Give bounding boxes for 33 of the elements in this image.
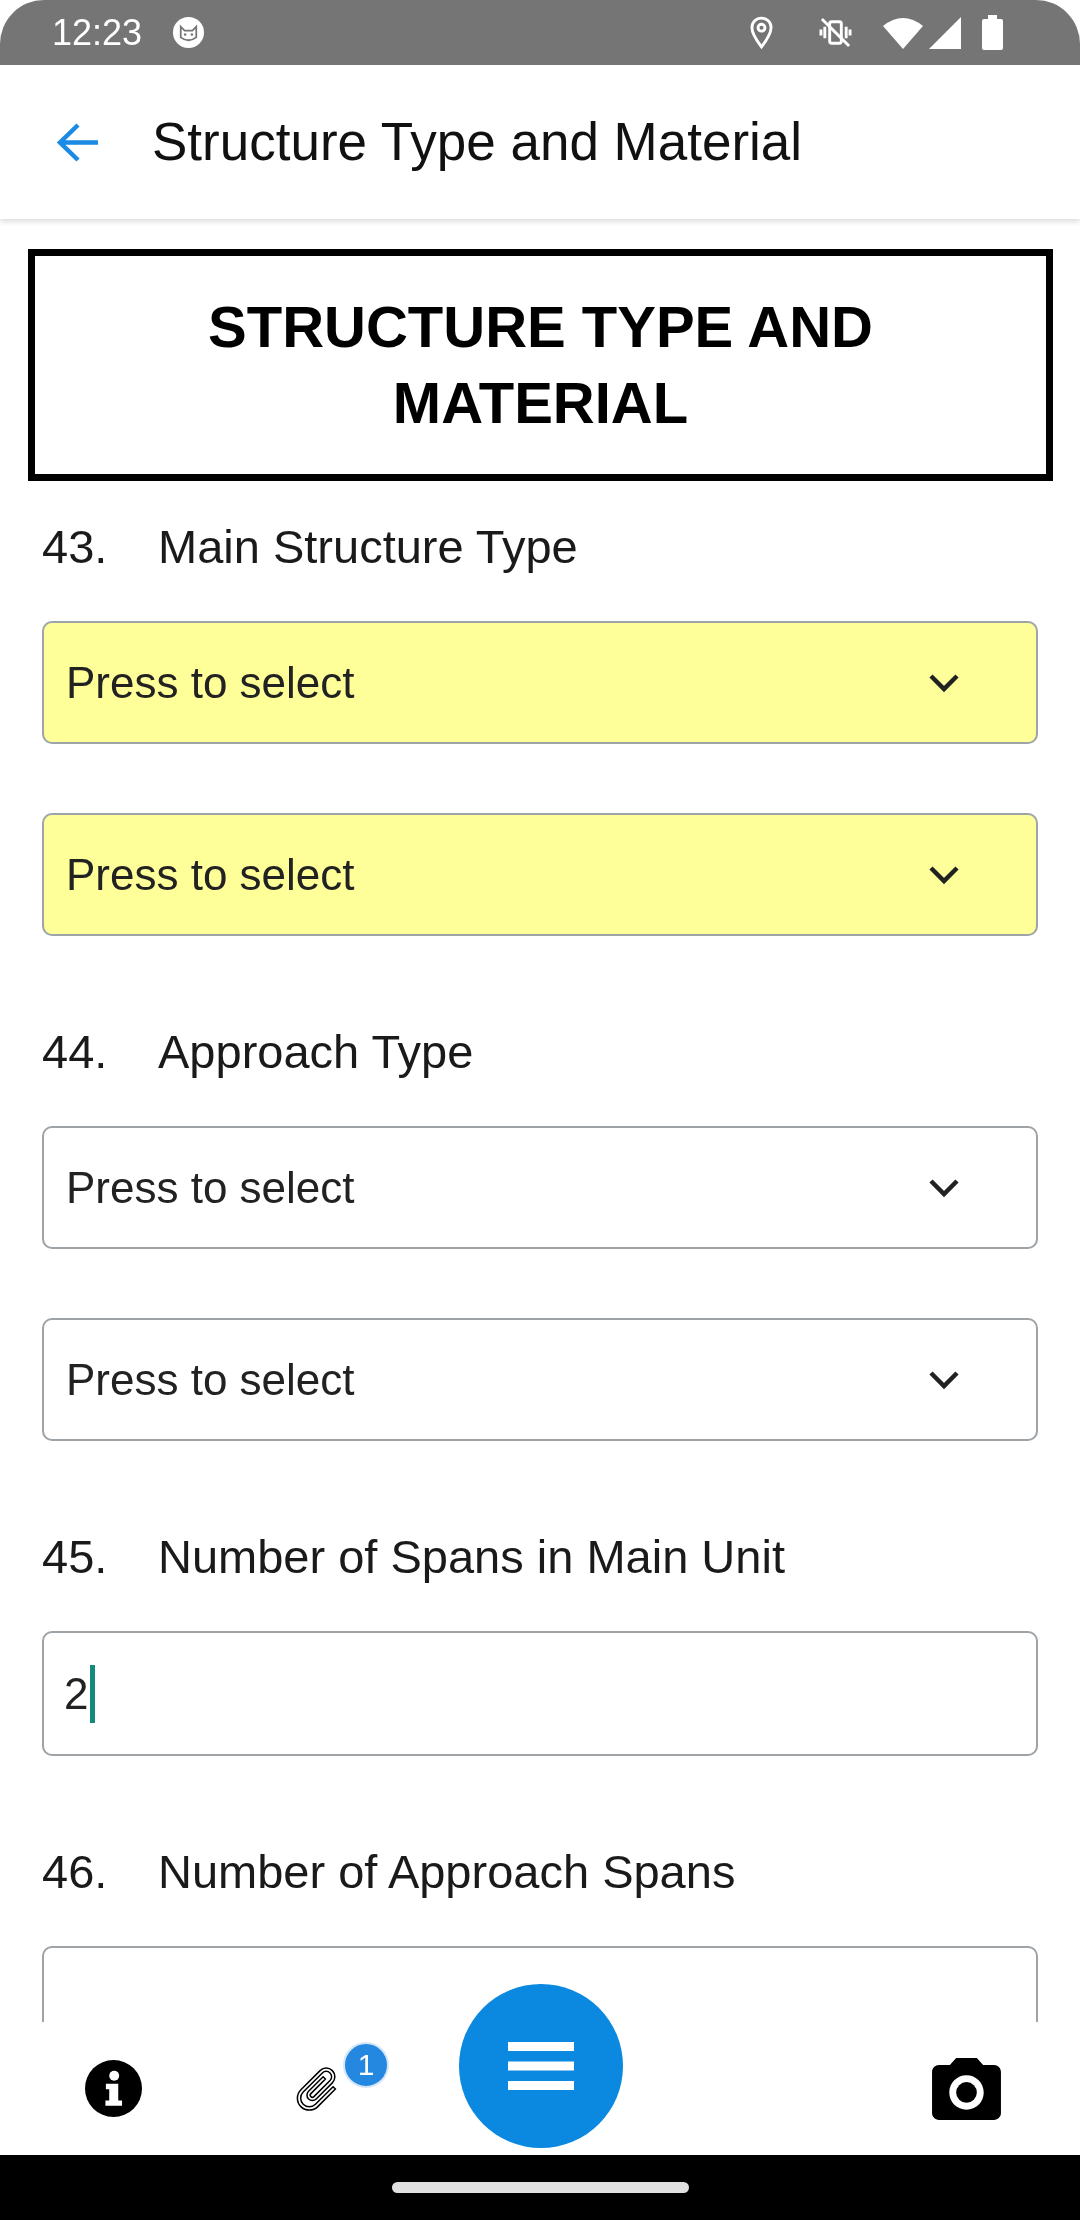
info-icon[interactable] bbox=[85, 2060, 142, 2117]
back-arrow-icon[interactable] bbox=[55, 121, 100, 163]
question-number: 45. bbox=[42, 1529, 109, 1585]
text-cursor-icon bbox=[90, 1664, 96, 1723]
question-label: Number of Spans in Main Unit bbox=[158, 1529, 785, 1585]
dropdown[interactable]: Press to select bbox=[42, 1126, 1038, 1249]
chevron-down-icon bbox=[928, 864, 960, 885]
input-field[interactable]: 2 bbox=[42, 1631, 1038, 1756]
dropdown[interactable]: Press to select bbox=[42, 813, 1038, 936]
vibrate-off-icon bbox=[819, 16, 852, 49]
question-label: Number of Approach Spans bbox=[158, 1844, 736, 1900]
gesture-handle-icon bbox=[391, 2182, 689, 2193]
chevron-down-icon bbox=[928, 1177, 960, 1198]
cat-face-icon bbox=[172, 16, 206, 49]
battery-icon bbox=[982, 15, 1003, 50]
menu-icon bbox=[508, 2042, 574, 2090]
attachment-count-badge: 1 bbox=[343, 2041, 389, 2088]
signal-icon bbox=[929, 16, 961, 49]
question-number: 44. bbox=[42, 1024, 109, 1080]
status-time: 12:23 bbox=[52, 12, 143, 53]
chevron-down-icon bbox=[928, 1369, 960, 1390]
wifi-icon bbox=[883, 16, 923, 49]
section-title: STRUCTURE TYPE AND MATERIAL bbox=[28, 249, 1053, 481]
chevron-down-icon bbox=[928, 672, 960, 693]
location-pin-icon bbox=[750, 16, 773, 49]
dropdown[interactable]: Press to select bbox=[42, 1318, 1038, 1441]
question-number: 46. bbox=[42, 1844, 109, 1900]
question-number: 43. bbox=[42, 519, 109, 575]
question-label: Main Structure Type bbox=[158, 519, 578, 575]
question-label: Approach Type bbox=[158, 1024, 474, 1080]
camera-icon[interactable] bbox=[930, 2057, 1003, 2120]
screen-title: Structure Type and Material bbox=[152, 111, 803, 173]
dropdown[interactable]: Press to select bbox=[42, 621, 1038, 744]
